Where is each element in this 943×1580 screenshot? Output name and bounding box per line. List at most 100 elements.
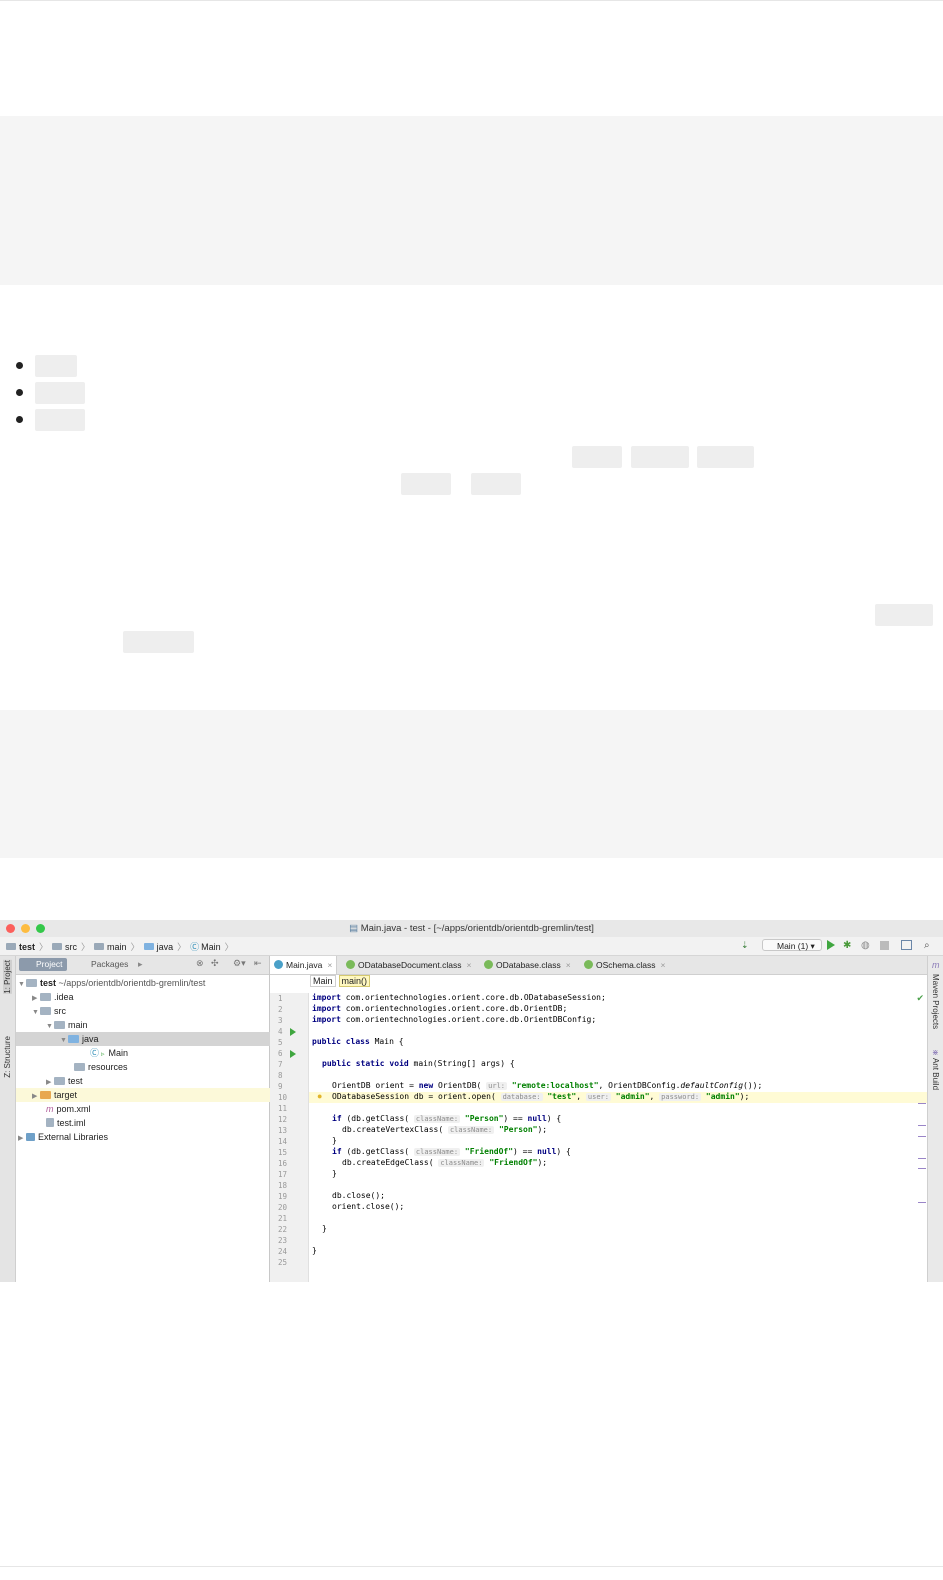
line-number: 19	[278, 1192, 288, 1201]
lightbulb-icon[interactable]: ●	[317, 1091, 322, 1101]
line-number: 13	[278, 1126, 288, 1135]
inline-code	[631, 446, 689, 468]
bottom-rule	[0, 1566, 943, 1567]
code-line-9: OrientDB orient = new OrientDB( url: "re…	[332, 1081, 763, 1090]
run-configuration-select[interactable]: Main (1) ▾	[762, 939, 822, 951]
project-panel: Project Packages ▸ ⊗ ✣ ⚙▾ ⇤ ▼ test ~/apps…	[16, 956, 313, 1282]
code-block-2	[0, 710, 943, 858]
run-icon[interactable]	[827, 940, 835, 950]
chevron-right-icon[interactable]: ▸	[138, 959, 143, 970]
line-number: 10	[278, 1093, 288, 1102]
module-icon	[6, 943, 16, 950]
change-marker[interactable]	[918, 1168, 926, 1169]
list-item	[16, 379, 85, 406]
gear-icon[interactable]: ⚙▾	[233, 958, 246, 969]
change-marker[interactable]	[918, 1202, 926, 1203]
tab-odatabasedocument[interactable]: ODatabaseDocument.class ×	[342, 956, 475, 974]
build-icon[interactable]: ⇣	[741, 940, 752, 951]
crumb-main[interactable]: main	[107, 942, 127, 952]
change-marker[interactable]	[918, 1136, 926, 1137]
ant-build-tool-button[interactable]: Ant Build	[931, 1058, 940, 1090]
code-line-1: import com.orientechnologies.orient.core…	[312, 993, 606, 1002]
change-marker[interactable]	[918, 1125, 926, 1126]
close-icon[interactable]: ×	[466, 960, 471, 970]
line-number: 7	[278, 1060, 283, 1069]
line-number: 25	[278, 1258, 288, 1267]
crumb-main-class[interactable]: Main	[201, 942, 221, 952]
project-tool-button[interactable]: 1: Project	[3, 960, 12, 994]
left-tool-strip: 1: Project Z: Structure	[0, 956, 16, 1282]
tab-odatabase[interactable]: ODatabase.class ×	[480, 956, 575, 974]
tab-main-java[interactable]: Main.java ×	[270, 956, 338, 974]
check-icon: ✔	[916, 993, 924, 1003]
window-title: ▤ Main.java - test - [~/apps/orientdb/or…	[349, 923, 594, 934]
library-icon	[26, 1133, 35, 1141]
line-number: 23	[278, 1236, 288, 1245]
close-icon[interactable]: ×	[566, 960, 571, 970]
inline-code	[697, 446, 754, 468]
line-number: 14	[278, 1137, 288, 1146]
folder-icon	[94, 943, 105, 950]
code-line-3: import com.orientechnologies.orient.core…	[312, 1015, 597, 1024]
code-line-17: }	[332, 1169, 337, 1178]
tab-oschema[interactable]: OSchema.class ×	[580, 956, 670, 974]
close-icon[interactable]: ×	[327, 960, 332, 970]
close-icon[interactable]: ×	[661, 960, 666, 970]
line-number: 11	[278, 1104, 288, 1113]
tree-item-java[interactable]: ▼ java	[16, 1032, 313, 1046]
line-number: 18	[278, 1181, 288, 1190]
code-line-12: if (db.getClass( className: "Person") ==…	[332, 1114, 562, 1123]
crumb-method[interactable]: main()	[338, 975, 371, 987]
tree-item-test-folder[interactable]: ▶ test	[16, 1074, 299, 1088]
code-line-20: orient.close();	[332, 1202, 405, 1211]
scroll-from-source-icon[interactable]: ✣	[211, 958, 219, 969]
line-number: 17	[278, 1170, 288, 1179]
folder-icon	[54, 1021, 65, 1029]
tree-item-target[interactable]: ▶ target	[16, 1088, 285, 1102]
tree-item-idea[interactable]: ▶ .idea	[16, 990, 285, 1004]
tab-packages[interactable]: Packages	[74, 958, 133, 971]
tree-item-test[interactable]: ▼ test ~/apps/orientdb/orientdb-gremlin/t…	[16, 976, 271, 990]
breadcrumb: test 〉 src 〉 main 〉 java 〉 Ⓒ Main 〉	[6, 940, 238, 953]
line-number: 24	[278, 1247, 288, 1256]
class-icon: Ⓒ	[190, 942, 200, 952]
line-number: 1	[278, 994, 283, 1003]
code-line-5: public class Main {	[312, 1037, 404, 1046]
structure-tool-button[interactable]: Z: Structure	[3, 1036, 12, 1078]
collapsed-icon: ▶	[18, 1135, 24, 1142]
search-icon[interactable]: ⌕	[924, 940, 935, 951]
change-marker[interactable]	[918, 1158, 926, 1159]
list-item	[16, 406, 85, 433]
resources-folder-icon	[74, 1063, 85, 1071]
inline-code	[875, 604, 933, 626]
collapse-all-icon[interactable]: ⊗	[196, 958, 204, 969]
stop-icon[interactable]	[880, 941, 889, 950]
tree-item-src[interactable]: ▼ src	[16, 1004, 285, 1018]
crumb-class[interactable]: Main	[310, 975, 336, 987]
tab-project[interactable]: Project	[19, 958, 68, 971]
crumb-java[interactable]: java	[157, 942, 174, 952]
project-structure-icon[interactable]	[901, 940, 912, 950]
folder-icon	[54, 1077, 65, 1085]
tree-item-main[interactable]: ▼ main	[16, 1018, 299, 1032]
line-number: 21	[278, 1214, 288, 1223]
list-item	[16, 352, 85, 379]
hide-panel-icon[interactable]: ⇤	[254, 958, 262, 969]
code-line-19: db.close();	[332, 1191, 385, 1200]
tree-item-pom[interactable]: m pom.xml	[16, 1102, 299, 1116]
crumb-src[interactable]: src	[65, 942, 77, 952]
line-number: 22	[278, 1225, 288, 1234]
line-number: 2	[278, 1005, 283, 1014]
crumb-test[interactable]: test	[19, 942, 35, 952]
line-number: 12	[278, 1115, 288, 1124]
change-marker[interactable]	[918, 1103, 926, 1104]
inline-code	[471, 473, 521, 495]
coverage-icon[interactable]: ◍	[861, 940, 872, 951]
line-number: 5	[278, 1038, 283, 1047]
line-number: 16	[278, 1159, 288, 1168]
debug-icon[interactable]: ✱	[843, 940, 854, 951]
tree-item-external-libraries[interactable]: ▶ External Libraries	[16, 1130, 271, 1144]
tree-item-iml[interactable]: test.iml	[16, 1116, 299, 1130]
right-tool-strip: m Maven Projects ⋇ Ant Build	[927, 956, 943, 1282]
maven-projects-tool-button[interactable]: Maven Projects	[931, 974, 940, 1029]
